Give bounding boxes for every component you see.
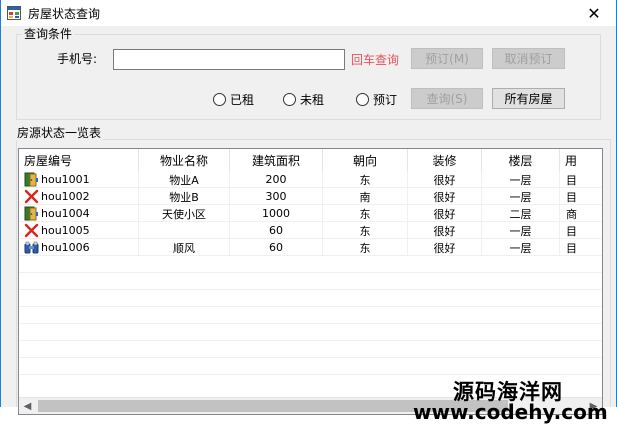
cell-orientation: 东 <box>323 239 408 256</box>
red-x-icon <box>24 223 39 238</box>
radio-unrented-label: 未租 <box>300 93 325 107</box>
radio-reserved-label: 预订 <box>373 93 398 107</box>
radio-rented-label: 已租 <box>230 93 255 107</box>
radio-circle-icon[interactable] <box>356 93 369 106</box>
radio-circle-icon[interactable] <box>213 93 226 106</box>
cell-floor: 一层 <box>482 222 560 239</box>
column-header-house-id[interactable]: 房屋编号 <box>19 149 139 171</box>
cell-area: 60 <box>230 239 323 256</box>
red-x-icon <box>24 189 39 204</box>
cell-floor: 一层 <box>482 188 560 205</box>
cell-floor: 二层 <box>482 205 560 222</box>
cell-decoration: 很好 <box>408 222 482 239</box>
cell-usage: 商 <box>566 207 577 221</box>
cell-orientation: 东 <box>323 205 408 222</box>
house-id-text: hou1005 <box>41 224 90 237</box>
cell-decoration: 很好 <box>408 171 482 188</box>
query-button[interactable]: 查询(S) <box>411 88 483 109</box>
binoculars-icon <box>24 241 39 254</box>
close-icon: ✕ <box>587 3 601 23</box>
table-row[interactable]: hou1004 天使小区 1000 东 很好 二层 商 <box>19 205 602 222</box>
table-row[interactable]: hou1006 顺风 60 东 很好 一层 目 <box>19 239 602 256</box>
empty-row <box>19 307 602 324</box>
door-open-icon <box>24 172 38 187</box>
cell-house-id: hou1002 <box>19 188 139 205</box>
listview-body: hou1001 物业A 200 东 很好 一层 目 hou1002 物业B 30… <box>19 171 602 399</box>
phone-input[interactable] <box>113 49 345 70</box>
cell-house-id: hou1001 <box>19 171 139 188</box>
column-header-property-name[interactable]: 物业名称 <box>139 149 230 171</box>
column-header-floor[interactable]: 楼层 <box>482 149 560 171</box>
cell-area: 300 <box>230 188 323 205</box>
client-area: 查询条件 手机号: 回车查询 预订(M) 取消预订 已租 未租 预订 查询(S)… <box>1 26 616 424</box>
house-id-text: hou1002 <box>41 190 90 203</box>
cell-usage: 目 <box>566 224 577 238</box>
window-title: 房屋状态查询 <box>28 7 101 21</box>
cell-area: 200 <box>230 171 323 188</box>
reserve-button[interactable]: 预订(M) <box>411 48 483 69</box>
empty-row <box>19 324 602 341</box>
column-header-decoration[interactable]: 装修 <box>408 149 482 171</box>
cell-area: 1000 <box>230 205 323 222</box>
cell-usage: 目 <box>566 173 577 187</box>
all-houses-button[interactable]: 所有房屋 <box>492 88 565 109</box>
column-header-usage[interactable]: 用 <box>560 149 602 171</box>
cell-decoration: 很好 <box>408 239 482 256</box>
empty-row <box>19 358 602 375</box>
cell-property-name: 顺风 <box>139 239 230 256</box>
cell-property-name <box>139 222 230 239</box>
house-list-title: 房源状态一览表 <box>15 126 104 140</box>
cell-property-name: 天使小区 <box>139 205 230 222</box>
title-bar[interactable]: 房屋状态查询 ✕ <box>1 0 616 26</box>
door-open-icon <box>24 206 38 221</box>
empty-row <box>19 290 602 307</box>
house-id-text: hou1004 <box>41 207 90 220</box>
cell-floor: 一层 <box>482 239 560 256</box>
column-header-orientation[interactable]: 朝向 <box>323 149 408 171</box>
app-window-icon <box>7 6 21 20</box>
cell-house-id: hou1006 <box>19 239 139 256</box>
house-status-listview[interactable]: 房屋编号 物业名称 建筑面积 朝向 装修 楼层 用 hou1001 物业A 20… <box>18 148 603 415</box>
cell-property-name: 物业A <box>139 171 230 188</box>
table-row[interactable]: hou1005 60 东 很好 一层 目 <box>19 222 602 239</box>
table-row[interactable]: hou1001 物业A 200 东 很好 一层 目 <box>19 171 602 188</box>
cell-house-id: hou1005 <box>19 222 139 239</box>
table-row[interactable]: hou1002 物业B 300 南 很好 一层 目 <box>19 188 602 205</box>
phone-label: 手机号: <box>57 52 98 66</box>
cell-floor: 一层 <box>482 171 560 188</box>
watermark-site-url: www.codehy.com <box>413 400 608 424</box>
close-button[interactable]: ✕ <box>572 0 616 26</box>
house-id-text: hou1001 <box>41 173 90 186</box>
cell-decoration: 很好 <box>408 188 482 205</box>
cell-property-name: 物业B <box>139 188 230 205</box>
cell-usage: 目 <box>566 190 577 204</box>
cell-orientation: 南 <box>323 188 408 205</box>
cell-usage: 目 <box>566 241 577 255</box>
cell-decoration: 很好 <box>408 205 482 222</box>
radio-unrented[interactable]: 未租 <box>283 91 324 108</box>
cell-area: 60 <box>230 222 323 239</box>
radio-reserved[interactable]: 预订 <box>356 91 397 108</box>
empty-row <box>19 273 602 290</box>
radio-rented[interactable]: 已租 <box>213 91 254 108</box>
radio-circle-icon[interactable] <box>283 93 296 106</box>
enter-to-query-hint: 回车查询 <box>351 53 400 67</box>
empty-row <box>19 256 602 273</box>
cancel-reserve-button[interactable]: 取消预订 <box>492 48 565 69</box>
empty-row <box>19 341 602 358</box>
column-header-area[interactable]: 建筑面积 <box>230 149 323 171</box>
cell-house-id: hou1004 <box>19 205 139 222</box>
listview-header: 房屋编号 物业名称 建筑面积 朝向 装修 楼层 用 <box>19 149 602 171</box>
cell-orientation: 东 <box>323 171 408 188</box>
house-id-text: hou1006 <box>41 241 90 254</box>
cell-orientation: 东 <box>323 222 408 239</box>
query-conditions-title: 查询条件 <box>22 27 75 41</box>
